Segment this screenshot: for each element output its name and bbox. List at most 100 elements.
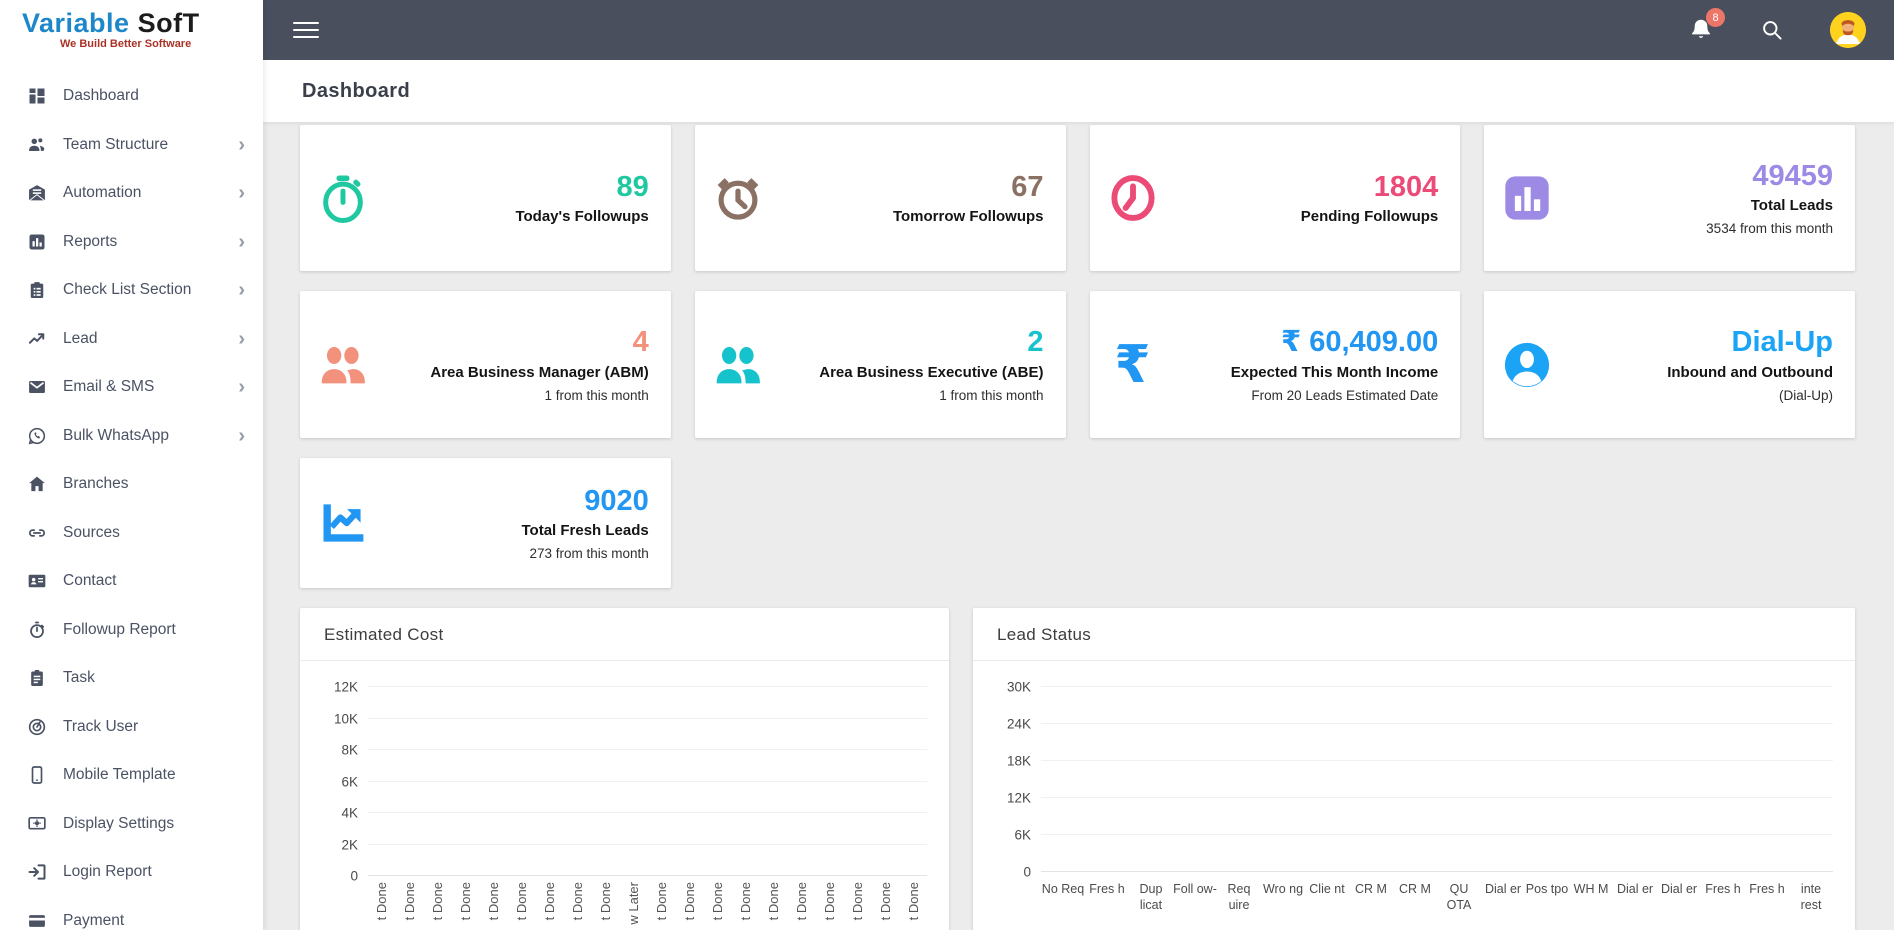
sidebar-item-contact[interactable]: Contact xyxy=(0,557,263,606)
y-axis-tick-label: 0 xyxy=(350,869,358,884)
task-icon xyxy=(26,668,47,689)
x-axis-label: Foll ow- xyxy=(1173,881,1217,897)
y-axis-tick-label: 18K xyxy=(1007,754,1031,769)
sidebar-item-track-user[interactable]: Track User xyxy=(0,703,263,752)
bulk-whatsapp-icon xyxy=(26,425,47,446)
check-list-icon xyxy=(26,280,47,301)
x-axis-label: WH M xyxy=(1569,881,1613,897)
chevron-right-icon: › xyxy=(238,426,245,446)
search-button[interactable] xyxy=(1760,18,1784,42)
stat-label: Area Business Manager (ABM) xyxy=(386,364,649,381)
stat-card-total-leads: 49459Total Leads3534 from this month xyxy=(1484,125,1855,271)
app-root: Variable SofT We Build Better Software D… xyxy=(0,0,1894,930)
sidebar-item-followup-report[interactable]: Followup Report xyxy=(0,606,263,655)
sidebar-item-team-structure[interactable]: Team Structure› xyxy=(0,121,263,170)
stat-sublabel: 3534 from this month xyxy=(1570,221,1833,236)
x-axis-label: t Done xyxy=(402,882,417,920)
y-axis-tick-label: 6K xyxy=(1014,828,1031,843)
x-axis-label: t Done xyxy=(794,882,809,920)
user-avatar[interactable] xyxy=(1830,12,1866,48)
person-circle-icon xyxy=(1484,339,1570,391)
topbar: 8 xyxy=(263,0,1894,60)
stat-value: 67 xyxy=(781,171,1044,204)
lead-status-chart: 06K12K18K24K30KNo ReqFres hDup licatFoll… xyxy=(973,661,1855,914)
x-axis-label: Fres h xyxy=(1085,881,1129,897)
sidebar-item-login-report[interactable]: Login Report xyxy=(0,848,263,897)
sidebar-item-mobile-template[interactable]: Mobile Template xyxy=(0,751,263,800)
sidebar-item-label: Email & SMS xyxy=(63,378,238,396)
email-sms-icon xyxy=(26,377,47,398)
stat-value: 89 xyxy=(386,171,649,204)
x-axis-label: t Done xyxy=(598,882,613,920)
sidebar-item-email-sms[interactable]: Email & SMS› xyxy=(0,363,263,412)
sidebar-item-label: Payment xyxy=(63,912,245,930)
y-axis-tick-label: 12K xyxy=(334,680,358,695)
page-header: Dashboard xyxy=(263,60,1894,122)
stat-card-tomorrow-followups: 67Tomorrow Followups xyxy=(695,125,1066,271)
dashboard-icon xyxy=(26,86,47,107)
hamburger-menu-icon[interactable] xyxy=(293,17,319,43)
automation-icon xyxy=(26,183,47,204)
sidebar-menu: DashboardTeam Structure›Automation›Repor… xyxy=(0,60,263,930)
sidebar-item-sources[interactable]: Sources xyxy=(0,509,263,558)
sidebar-item-label: Dashboard xyxy=(63,87,245,105)
clock-icon xyxy=(1090,172,1176,224)
x-axis-label: Dial er xyxy=(1481,881,1525,897)
chevron-right-icon: › xyxy=(238,377,245,397)
x-axis-label: Req uire xyxy=(1217,881,1261,914)
team-structure-icon xyxy=(26,134,47,155)
stat-label: Pending Followups xyxy=(1176,208,1439,225)
sidebar-item-reports[interactable]: Reports› xyxy=(0,218,263,267)
x-axis-label: t Done xyxy=(850,882,865,920)
stat-value: 4 xyxy=(386,326,649,359)
sidebar-item-branches[interactable]: Branches xyxy=(0,460,263,509)
brand-tagline: We Build Better Software xyxy=(60,38,263,50)
stat-card-pending-followups: 1804Pending Followups xyxy=(1090,125,1461,271)
sidebar-item-automation[interactable]: Automation› xyxy=(0,169,263,218)
main-area: 8 Dashboard 89Today's Followups67Tomorro… xyxy=(263,0,1894,930)
plot-area xyxy=(1041,687,1833,872)
brand-logo[interactable]: Variable SofT We Build Better Software xyxy=(0,0,263,60)
contact-icon xyxy=(26,571,47,592)
notifications-button[interactable]: 8 xyxy=(1688,17,1714,43)
chevron-right-icon: › xyxy=(238,183,245,203)
estimated-cost-chart: 02K4K6K8K10K12K t Done t Done t Done t Done t… xyxy=(300,661,949,925)
sidebar-item-label: Mobile Template xyxy=(63,766,245,784)
sidebar-item-label: Team Structure xyxy=(63,136,238,154)
stat-label: Area Business Executive (ABE) xyxy=(781,364,1044,381)
x-axis-label: t Done xyxy=(486,882,501,920)
sidebar-item-bulk-whatsapp[interactable]: Bulk WhatsApp› xyxy=(0,412,263,461)
sidebar-item-label: Sources xyxy=(63,524,245,542)
sidebar-item-display-settings[interactable]: Display Settings xyxy=(0,800,263,849)
y-axis: 02K4K6K8K10K12K xyxy=(318,687,368,876)
stat-value: 9020 xyxy=(386,485,649,518)
stat-value: Dial-Up xyxy=(1570,326,1833,359)
sidebar-item-label: Reports xyxy=(63,233,238,251)
stat-label: Total Fresh Leads xyxy=(386,522,649,539)
y-axis-tick-label: 2K xyxy=(341,837,358,852)
x-axis-label: CR M xyxy=(1349,881,1393,897)
x-axis-label: t Done xyxy=(570,882,585,920)
branches-icon xyxy=(26,474,47,495)
payment-icon xyxy=(26,910,47,930)
sidebar-item-dashboard[interactable]: Dashboard xyxy=(0,72,263,121)
stat-label: Expected This Month Income xyxy=(1176,364,1439,381)
stat-cards-grid: 89Today's Followups67Tomorrow Followups1… xyxy=(300,125,1855,588)
sidebar-item-label: Automation xyxy=(63,184,238,202)
stat-sublabel: From 20 Leads Estimated Date xyxy=(1176,388,1439,403)
sidebar-item-check-list-section[interactable]: Check List Section› xyxy=(0,266,263,315)
trend-chart-icon xyxy=(300,497,386,549)
x-axis-label: Dial er xyxy=(1613,881,1657,897)
x-axis-label: Wro ng xyxy=(1261,881,1305,897)
stopwatch-icon xyxy=(300,172,386,224)
x-axis-label: t Done xyxy=(738,882,753,920)
charts-row: Estimated Cost 02K4K6K8K10K12Kt Donet Do… xyxy=(300,608,1855,930)
mobile-template-icon xyxy=(26,765,47,786)
stat-label: Inbound and Outbound xyxy=(1570,364,1833,381)
sidebar-item-lead[interactable]: Lead› xyxy=(0,315,263,364)
followup-report-icon xyxy=(26,619,47,640)
sidebar-item-payment[interactable]: Payment xyxy=(0,897,263,930)
stat-sublabel: 1 from this month xyxy=(386,388,649,403)
x-axis-label: CR M xyxy=(1393,881,1437,897)
sidebar-item-task[interactable]: Task xyxy=(0,654,263,703)
